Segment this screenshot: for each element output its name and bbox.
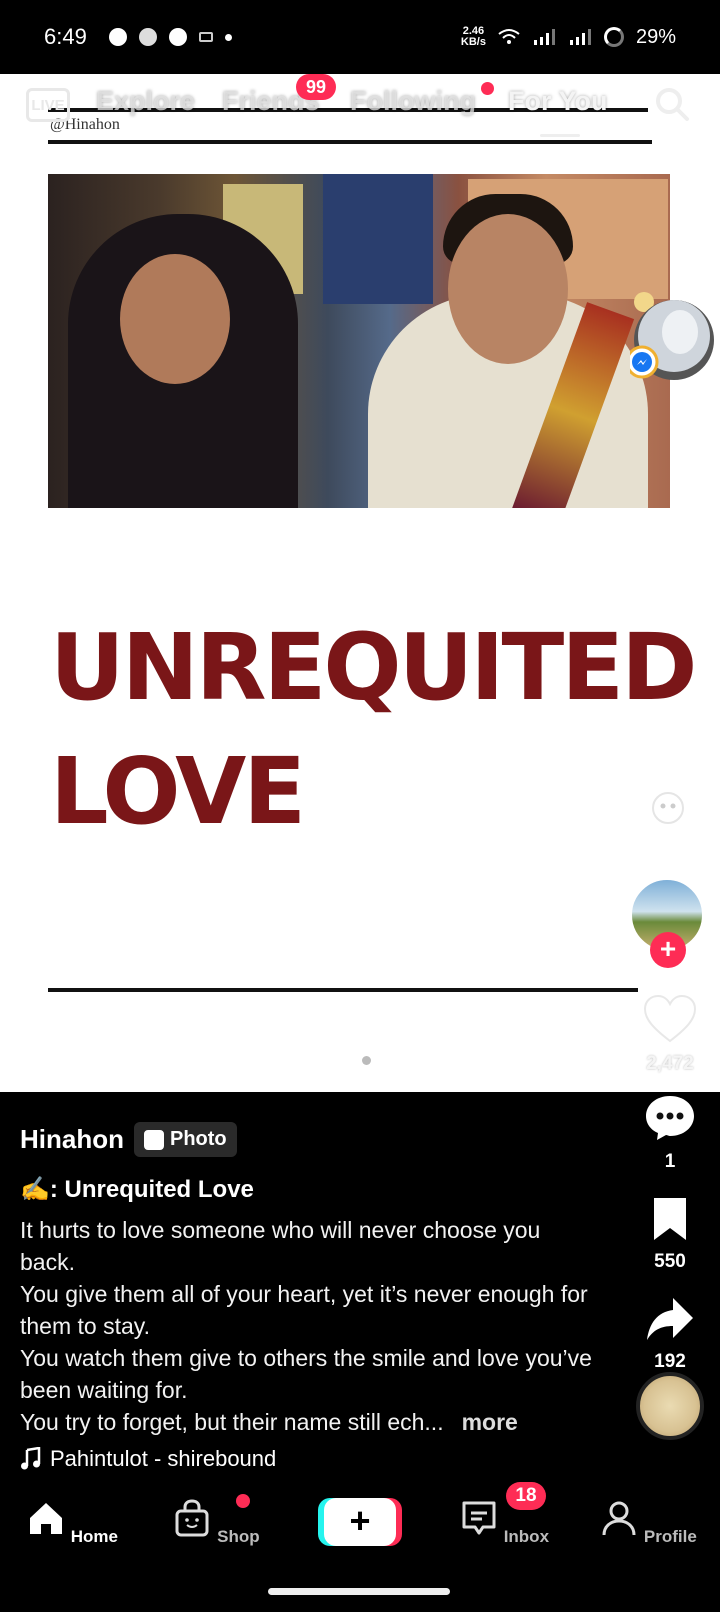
messenger-icon [168,28,187,46]
bookmark-action[interactable]: 550 [620,1196,720,1273]
tab-explore[interactable]: Explore [96,86,195,117]
nav-inbox[interactable]: Inbox [444,1498,564,1547]
nav-shop[interactable]: Shop [156,1498,276,1547]
active-tab-indicator [540,134,580,137]
nav-profile-label: Profile [643,1527,697,1546]
caption-line: It hurts to love someone who will never … [20,1217,541,1275]
inbox-icon [462,1501,496,1535]
nav-inbox-label: Inbox [503,1527,550,1546]
photo-stack-icon [144,1129,164,1150]
notification-moon-icon [108,28,127,46]
shopping-bag-icon [175,1499,209,1537]
inbox-badge: 18 [506,1482,546,1510]
music-disc[interactable] [636,1372,704,1440]
carousel-indicator [345,1056,371,1065]
share-count: 192 [654,1351,686,1372]
face-left [120,254,230,384]
tab-for-you[interactable]: For You [508,86,608,117]
caption-area: Hinahon Photo ✍️: Unrequited Love It hur… [20,1122,600,1472]
nav-home-label: Home [70,1527,118,1546]
tab-following[interactable]: Following [350,86,476,117]
carousel-dot [362,1056,371,1065]
home-indicator [268,1588,450,1595]
post-photo [48,174,670,508]
bookmark-icon [654,1198,686,1240]
music-note-icon [21,1447,41,1470]
post-content[interactable]: @Hinahon UNREQUITED LOVE [0,74,720,1092]
music-title: Pahintulot - shirebound [50,1446,277,1471]
author-name[interactable]: Hinahon [20,1124,124,1155]
post-title-line2: LOVE [50,738,306,845]
home-icon [30,1503,63,1534]
net-speed: 2.46 KB/s [460,25,486,48]
bottom-rule [48,988,638,992]
profile-icon [602,1501,636,1536]
like-count: 2,472 [646,1053,694,1074]
bookmark-count: 550 [654,1251,686,1272]
messenger-chat-bubble[interactable] [630,290,716,390]
comment-icon [646,1096,694,1140]
like-action[interactable]: 2,472 [620,994,720,1075]
live-button[interactable]: LIVE [26,88,70,122]
create-post-button[interactable]: + [324,1498,396,1546]
photo-chip-label: Photo [170,1128,227,1150]
friends-badge: 99 [296,74,336,100]
caption-body[interactable]: It hurts to love someone who will never … [20,1214,600,1438]
battery-percent: 29% [635,25,676,48]
watermark-rule [48,140,652,144]
author-row: Hinahon Photo [20,1122,600,1157]
status-bar: 6:49 2.46 KB/s 29% [0,0,720,74]
post-title-line1: UNREQUITED [50,614,698,721]
battery-icon [603,27,624,47]
following-dot [481,82,494,95]
caption-line: You watch them give to others the smile … [20,1345,592,1403]
top-navigation: LIVE Explore Friends 99 Following For Yo… [0,74,720,140]
nav-profile[interactable]: Profile [588,1498,708,1547]
music-row[interactable]: Pahintulot - shirebound [20,1446,600,1472]
comment-action[interactable]: 1 [620,1094,720,1173]
status-time: 6:49 [44,24,87,49]
notification-account-icon [138,28,157,46]
signal-icon [533,29,555,45]
face-right [448,214,568,364]
carousel-dot-active [345,1056,354,1065]
emoji-sticker-icon[interactable] [650,790,686,826]
notification-icons [108,28,232,46]
nav-home[interactable]: Home [12,1498,132,1547]
photo-chip: Photo [134,1122,237,1157]
signal-icon-2 [569,29,591,45]
comment-count: 1 [664,1151,676,1172]
shop-notification-dot [236,1494,250,1508]
caption-line-last: You try to forget, but their name still … [20,1409,518,1435]
caption-title: ✍️: Unrequited Love [20,1176,254,1203]
more-link[interactable]: more [462,1409,518,1435]
system-icons: 2.46 KB/s 29% [461,26,676,49]
search-icon[interactable] [654,86,690,122]
wifi-icon [498,29,520,44]
poster-shape [323,174,433,304]
notification-more-icon [224,33,232,41]
follow-button[interactable]: + [650,932,686,968]
share-action[interactable]: 192 [620,1296,720,1373]
heart-icon [643,994,697,1043]
notification-screen-icon [198,32,213,42]
share-arrow-icon [647,1298,693,1340]
nav-shop-label: Shop [217,1527,260,1546]
caption-line: You give them all of your heart, yet it’… [20,1281,588,1339]
